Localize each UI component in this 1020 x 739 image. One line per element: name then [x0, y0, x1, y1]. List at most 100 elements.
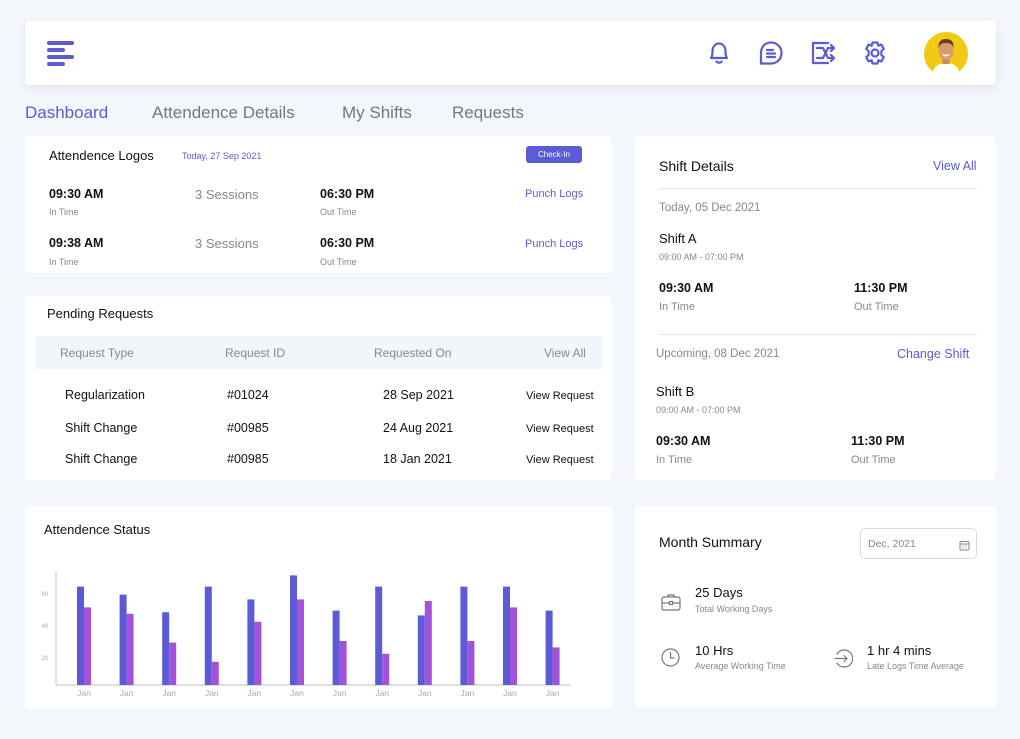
- x-tick-label: Jan: [248, 688, 262, 698]
- bar-series-2: [339, 641, 347, 685]
- request-date: 18 Jan 2021: [383, 452, 452, 466]
- today-out-time: 11:30 PM: [854, 281, 908, 295]
- request-type: Shift Change: [65, 452, 138, 466]
- gear-icon[interactable]: [861, 39, 889, 67]
- arrow-circle-icon: [834, 649, 854, 673]
- stat-label: Total Working Days: [695, 604, 773, 614]
- pending-requests-title: Pending Requests: [47, 306, 154, 321]
- bar-series-1: [204, 586, 212, 685]
- tab-my-shifts[interactable]: My Shifts: [342, 103, 412, 123]
- x-tick-label: Jan: [375, 688, 389, 698]
- log-in-label: In Time: [49, 207, 79, 217]
- shift-details-title: Shift Details: [659, 158, 734, 174]
- x-tick-label: Jan: [418, 688, 432, 698]
- tab-dashboard[interactable]: Dashboard: [25, 103, 108, 123]
- bar-series-1: [460, 586, 468, 685]
- x-tick-label: Jan: [290, 688, 304, 698]
- user-avatar[interactable]: [924, 32, 968, 76]
- view-request-link[interactable]: View Request: [526, 390, 594, 402]
- shuffle-icon[interactable]: [809, 39, 837, 67]
- bell-icon[interactable]: [705, 39, 733, 67]
- shift-details-card: Shift Details View All Today, 05 Dec 202…: [635, 136, 996, 480]
- attendance-logs-date: Today, 27 Sep 2021: [182, 151, 262, 161]
- x-tick-label: Jan: [162, 688, 176, 698]
- bar-series-2: [467, 641, 475, 685]
- upcoming-out-label: Out Time: [851, 454, 896, 466]
- month-summary-card: Month Summary Dec, 2021 25 Days Total Wo…: [635, 506, 996, 707]
- x-tick-label: Jan: [503, 688, 517, 698]
- log-out-time: 06:30 PM: [320, 236, 375, 250]
- change-shift-link[interactable]: Change Shift: [897, 347, 969, 361]
- column-requested-on: Requested On: [374, 346, 452, 360]
- log-in-time: 09:30 AM: [49, 187, 104, 201]
- bar-series-1: [503, 586, 510, 685]
- chat-icon[interactable]: [757, 39, 785, 67]
- bar-series-1: [290, 575, 297, 685]
- request-type: Shift Change: [65, 421, 138, 435]
- bar-series-1: [247, 599, 255, 685]
- pending-requests-card: Pending Requests Request Type Request ID…: [25, 296, 612, 480]
- bar-series-2: [84, 607, 91, 685]
- bar-series-1: [77, 586, 84, 685]
- stat-value: 10 Hrs: [695, 643, 734, 658]
- clock-icon: [661, 648, 680, 672]
- month-summary-title: Month Summary: [659, 534, 762, 550]
- log-sessions: 3 Sessions: [195, 236, 259, 251]
- view-all-requests-link[interactable]: View All: [544, 346, 586, 360]
- column-request-type: Request Type: [60, 346, 134, 360]
- month-picker-input[interactable]: Dec, 2021: [860, 528, 977, 559]
- upcoming-out-time: 11:30 PM: [851, 434, 905, 448]
- log-in-time: 09:38 AM: [49, 236, 104, 250]
- attendance-status-card: Attendence Status 20 40 60 Jan Jan Jan Jan Jan J…: [25, 506, 612, 709]
- x-tick-label: Jan: [120, 688, 134, 698]
- table-header: Request Type Request ID Requested On Vie…: [35, 336, 602, 369]
- log-out-time: 06:30 PM: [320, 187, 375, 201]
- today-shift-range: 09:00 AM - 07:00 PM: [659, 252, 744, 262]
- bar-series-1: [545, 610, 553, 685]
- y-tick-label: 40: [42, 624, 49, 630]
- stat-value: 25 Days: [695, 585, 743, 600]
- x-tick-label: Jan: [546, 688, 560, 698]
- today-out-label: Out Time: [854, 301, 899, 313]
- divider: [659, 334, 977, 335]
- request-type: Regularization: [65, 388, 145, 402]
- tab-requests[interactable]: Requests: [452, 103, 524, 123]
- today-in-label: In Time: [659, 301, 696, 313]
- hamburger-menu-icon[interactable]: [45, 39, 75, 69]
- punch-logs-link[interactable]: Punch Logs: [525, 188, 583, 200]
- log-out-label: Out Time: [320, 207, 357, 217]
- request-date: 24 Aug 2021: [383, 421, 454, 435]
- log-in-label: In Time: [49, 257, 79, 267]
- upcoming-in-label: In Time: [656, 454, 693, 466]
- today-in-time: 09:30 AM: [659, 281, 714, 295]
- request-date: 28 Sep 2021: [383, 388, 454, 402]
- y-tick-label: 60: [42, 592, 49, 598]
- x-tick-label: Jan: [205, 688, 219, 698]
- bar-series-1: [119, 594, 127, 685]
- x-tick-label: Jan: [77, 688, 91, 698]
- bar-series-2: [169, 642, 177, 685]
- view-all-shifts-link[interactable]: View All: [933, 159, 977, 173]
- x-tick-label: Jan: [461, 688, 475, 698]
- view-request-link[interactable]: View Request: [526, 454, 594, 466]
- tab-attendence-details[interactable]: Attendence Details: [152, 103, 295, 123]
- y-tick-label: 20: [42, 656, 49, 662]
- divider: [659, 188, 977, 189]
- upcoming-shift-date: Upcoming, 08 Dec 2021: [656, 348, 780, 360]
- bar-series-1: [417, 615, 425, 685]
- stat-label: Average Working Time: [695, 661, 786, 671]
- request-id: #00985: [227, 452, 269, 466]
- bar-series-2: [424, 601, 432, 685]
- stat-label: Late Logs Time Average: [867, 661, 964, 671]
- request-id: #00985: [227, 421, 269, 435]
- view-request-link[interactable]: View Request: [526, 423, 594, 435]
- bar-series-1: [162, 612, 170, 685]
- check-in-button[interactable]: Check-In: [526, 146, 582, 163]
- bar-series-1: [375, 586, 383, 685]
- calendar-icon: [959, 538, 970, 556]
- bar-series-2: [297, 599, 304, 685]
- upcoming-shift-name: Shift B: [656, 384, 695, 399]
- bar-series-2: [382, 653, 390, 685]
- punch-logs-link[interactable]: Punch Logs: [525, 238, 583, 250]
- upcoming-in-time: 09:30 AM: [656, 434, 711, 448]
